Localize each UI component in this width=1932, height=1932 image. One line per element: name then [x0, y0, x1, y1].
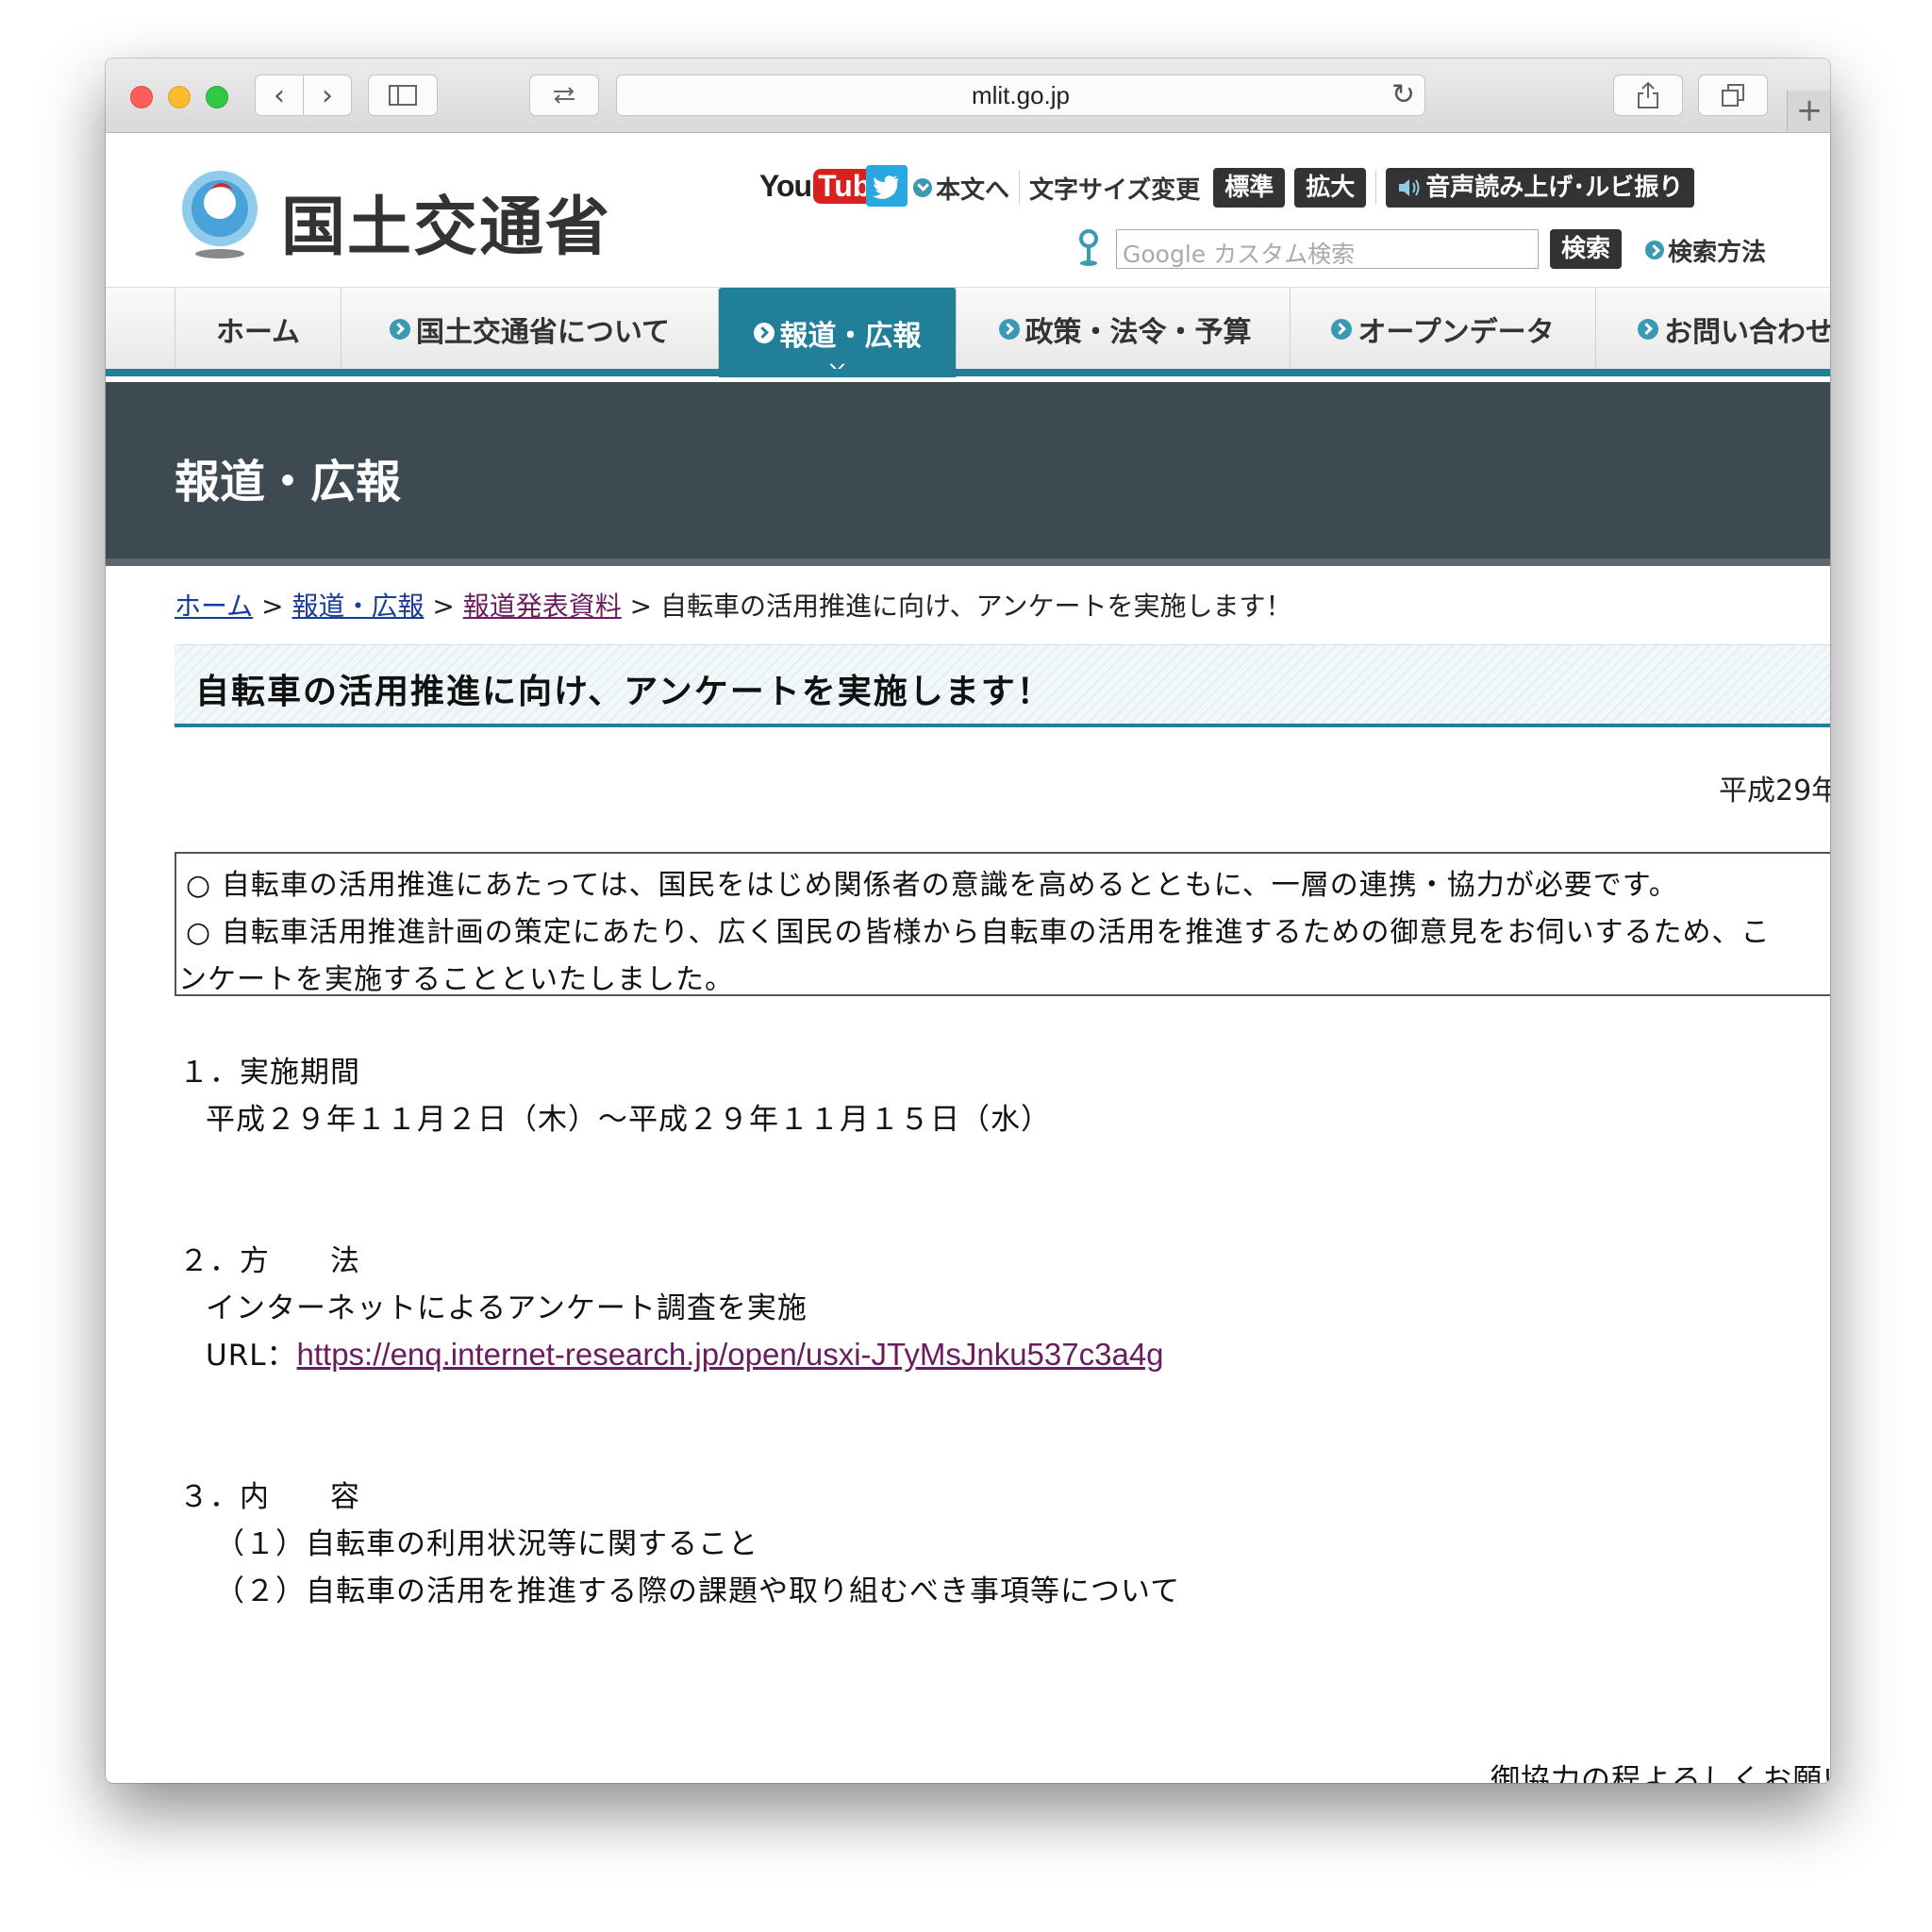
new-tab-button[interactable]: +	[1787, 91, 1830, 132]
browser-toolbar: ‹ › mlit.go.jp ↻ +	[106, 58, 1830, 133]
nav-item-label: お問い合わせ	[1664, 315, 1830, 349]
voice-reading-button[interactable]: 音声読み上げ･ルビ振り	[1386, 168, 1695, 208]
swap-arrows-icon	[554, 87, 575, 104]
close-window-button[interactable]	[130, 86, 153, 108]
nav-item-about[interactable]: 国土交通省について	[341, 288, 719, 370]
breadcrumb-release-link[interactable]: 報道発表資料	[463, 591, 622, 622]
survey-url-link[interactable]: https://enq.internet-research.jp/open/us…	[297, 1337, 1164, 1372]
web-page: 国土交通省 You Tube 本文へ 文字サイズ変更 標準 拡大 音声読み上げ･…	[106, 133, 1830, 1783]
notice-line: ○ 自転車の活用推進にあたっては、国民をはじめ関係者の意識を高めるとともに、一層…	[186, 869, 1678, 902]
reader-switch-button[interactable]	[529, 75, 599, 116]
url-label: URL：	[206, 1339, 297, 1373]
section-body-period: 平成２９年１１月２日（木）～平成２９年１１月１５日（水）	[206, 1103, 1051, 1137]
chevron-right-icon	[389, 318, 410, 340]
nav-item-open-data[interactable]: オープンデータ	[1291, 288, 1596, 370]
article-title: 自転車の活用推進に向け、アンケートを実施します！	[195, 673, 1053, 711]
font-size-label: 文字サイズ変更	[1029, 175, 1201, 205]
nav-item-press[interactable]: 報道・広報	[719, 288, 957, 377]
nav-item-label: 国土交通省について	[415, 315, 671, 349]
breadcrumb-separator: >	[629, 591, 653, 622]
minimize-window-button[interactable]	[168, 86, 191, 108]
chevron-right-icon	[1331, 318, 1353, 340]
chevron-right-icon	[1645, 241, 1664, 259]
chevron-down-icon	[913, 178, 932, 197]
forward-button[interactable]: ›	[303, 75, 352, 116]
section-heading-period: １．実施期間	[179, 1056, 360, 1090]
reload-icon[interactable]: ↻	[1391, 78, 1415, 111]
notice-line: ○ 自転車活用推進計画の策定にあたり、広く国民の皆様から自転車の活用を推進するた…	[186, 916, 1771, 949]
speaker-icon	[1399, 179, 1420, 196]
tabs-icon	[1722, 84, 1744, 107]
chevron-left-icon: ‹	[274, 78, 285, 112]
notice-box: ○ 自転車の活用推進にあたっては、国民をはじめ関係者の意識を高めるとともに、一層…	[175, 852, 1830, 996]
chevron-right-icon	[998, 318, 1020, 340]
font-large-button[interactable]: 拡大	[1294, 168, 1367, 208]
sidebar-icon	[389, 85, 417, 106]
chevron-right-icon	[1638, 318, 1658, 340]
breadcrumb-home-link[interactable]: ホーム	[175, 591, 253, 622]
tabs-overview-button[interactable]	[1698, 75, 1768, 116]
content-item: （１）自転車の利用状況等に関すること	[215, 1527, 758, 1561]
chevron-right-icon: ›	[322, 78, 333, 112]
section-heading-method: ２．方 法	[179, 1244, 360, 1278]
search-input[interactable]: Google カスタム検索	[1116, 229, 1539, 269]
chevron-right-icon	[753, 322, 774, 343]
sidebar-button[interactable]	[368, 75, 438, 116]
separator	[1375, 171, 1377, 205]
share-button[interactable]	[1613, 75, 1683, 116]
nav-item-contact[interactable]: お問い合わせ	[1596, 288, 1830, 370]
mlit-logo-icon	[182, 171, 258, 258]
youtube-you-text: You	[759, 168, 812, 203]
breadcrumb-separator: >	[432, 591, 455, 622]
breadcrumb-press-link[interactable]: 報道・広報	[291, 591, 424, 622]
section-body-method: インターネットによるアンケート調査を実施	[206, 1291, 808, 1325]
article-title-box: 自転車の活用推進に向け、アンケートを実施します！	[175, 644, 1830, 727]
share-icon	[1638, 81, 1658, 108]
breadcrumb-current: 自転車の活用推進に向け、アンケートを実施します！	[660, 591, 1292, 622]
search-button[interactable]: 検索	[1550, 229, 1623, 269]
nav-item-label: 政策・法令・予算	[1024, 315, 1252, 349]
publish-date: 平成29年	[1719, 774, 1830, 808]
nav-item-home[interactable]: ホーム	[175, 288, 341, 370]
site-logo-text[interactable]: 国土交通省	[281, 175, 611, 268]
breadcrumb-separator: >	[261, 591, 284, 622]
section-heading-content: ３．内 容	[179, 1480, 360, 1514]
separator	[1019, 171, 1021, 205]
back-button[interactable]: ‹	[255, 75, 304, 116]
voice-reading-label: 音声読み上げ･ルビ振り	[1425, 174, 1684, 202]
search-placeholder: Google カスタム検索	[1123, 241, 1356, 268]
address-bar[interactable]: mlit.go.jp ↻	[616, 75, 1425, 116]
nav-item-label: 報道・広報	[779, 319, 922, 353]
font-standard-button[interactable]: 標準	[1213, 168, 1286, 208]
address-text: mlit.go.jp	[971, 81, 1071, 109]
content-item: （２）自転車の活用を推進する際の課題や取り組むべき事項等について	[215, 1574, 1181, 1608]
search-howto-link[interactable]: 検索方法	[1645, 229, 1766, 271]
location-pin-icon	[1079, 229, 1098, 266]
twitter-icon[interactable]	[866, 165, 908, 207]
global-nav: ホーム 国土交通省について 報道・広報 政策・法令・予算 オープンデータ お問い…	[106, 287, 1830, 377]
notice-line: ンケートを実施することといたしました。	[178, 963, 734, 996]
zoom-window-button[interactable]	[206, 86, 228, 108]
nav-underline	[106, 369, 1830, 376]
nav-item-label: ホーム	[215, 315, 301, 349]
skip-to-content-link[interactable]: 本文へ	[936, 171, 1009, 206]
survey-url-line: URL：https://enq.internet-research.jp/ope…	[206, 1331, 1164, 1374]
banner-underline	[106, 558, 1830, 566]
nav-item-label: オープンデータ	[1357, 315, 1555, 349]
search-howto-label: 検索方法	[1668, 238, 1767, 267]
breadcrumb: ホーム > 報道・広報 > 報道発表資料 > 自転車の活用推進に向け、アンケート…	[175, 586, 1292, 624]
browser-window: ‹ › mlit.go.jp ↻ + 国土交通省 You Tube 本文へ 文字…	[106, 58, 1830, 1783]
nav-item-policy[interactable]: 政策・法令・予算	[960, 288, 1291, 370]
utility-row: 本文へ 文字サイズ変更 標準 拡大 音声読み上げ･ルビ振り	[913, 167, 1695, 208]
closing-text: 御協力の程よろしくお願い	[1491, 1763, 1830, 1783]
section-title: 報道・広報	[175, 456, 402, 508]
